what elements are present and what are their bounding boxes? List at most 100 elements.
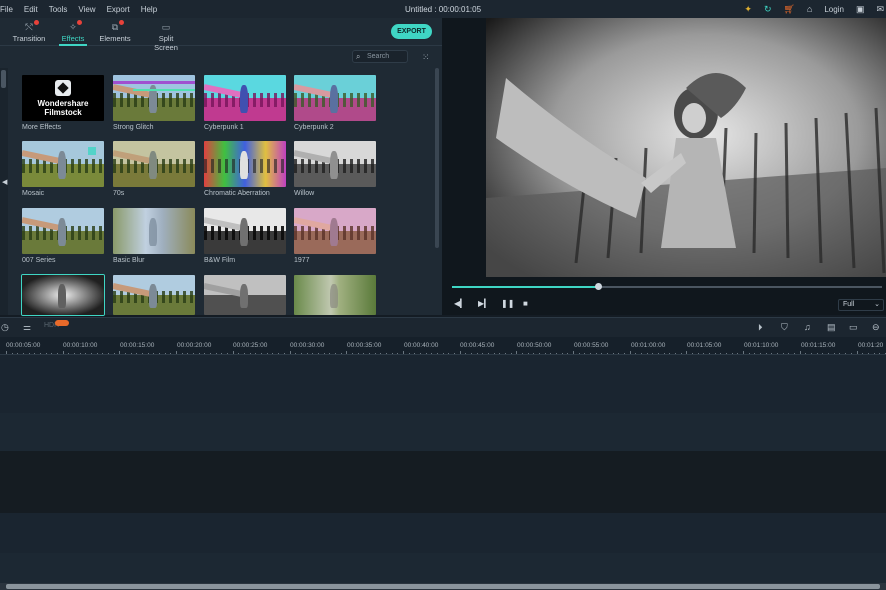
effect-mosaic[interactable]: Mosaic [22,141,104,197]
ruler-tick: 00:00:20:00 [177,342,212,349]
effect-label: Cyberpunk 1 [204,124,244,131]
timeline-track-2[interactable] [0,413,886,451]
effect-thumb [204,208,286,254]
ruler-tick: 00:00:40:00 [404,342,439,349]
ruler-tick: 00:00:35:00 [347,342,382,349]
tab-transition[interactable]: ⤲ Transition [12,18,46,46]
chevron-down-icon: ⌄ [874,301,880,308]
effect-thumb [22,141,104,187]
effect-thumb [113,275,195,315]
effect-cyberpunk-1[interactable]: Cyberpunk 1 [204,75,286,131]
effect-label: Mosaic [22,190,45,197]
menu-view[interactable]: View [78,5,95,14]
filmstock-thumb: Wondershare Filmstock [22,75,104,121]
mic-icon[interactable]: ♫ [804,322,811,332]
scroll-thumb[interactable] [1,70,6,88]
effect-1977[interactable]: 1977 [294,208,376,264]
video-preview[interactable] [486,18,886,277]
subtitle-icon[interactable]: ▭ [849,322,858,333]
effect-thumb [294,141,376,187]
split-screen-icon: ▭ [161,22,171,32]
menu-help[interactable]: Help [141,5,157,14]
effect-thumb [21,274,105,316]
mail-icon[interactable]: ✉ [876,4,884,15]
badge-dot [34,20,39,25]
menubar: File Edit Tools View Export Help Untitle… [0,0,886,18]
search-input[interactable]: ⌕ Search [352,50,408,63]
effect-item[interactable] [113,275,195,315]
effect-willow[interactable]: Willow [294,141,376,197]
effect-thumb [113,141,195,187]
ruler-tick: 00:01:15:00 [801,342,836,349]
collapse-arrow-icon[interactable]: ◀ [2,178,7,186]
playback-progress[interactable] [452,283,882,290]
timeline-track-5[interactable] [0,553,886,583]
bulb-icon[interactable]: ✦ [744,4,752,15]
pause-icon[interactable]: ❚❚ [501,299,514,308]
ruler-tick: 00:00:45:00 [460,342,495,349]
filmstock-logo-icon [55,80,71,96]
tab-label: Elements [99,34,131,43]
step-back-icon[interactable]: ◀▎ [454,299,466,308]
effect-more-effects[interactable]: Wondershare Filmstock More Effects [22,75,104,131]
timeline-track-1[interactable] [0,355,886,413]
effect-strong-glitch[interactable]: Strong Glitch [113,75,195,131]
filmstock-line2: Filmstock [44,108,82,117]
effect-label: Cyberpunk 2 [294,124,334,131]
timer-icon[interactable]: ◷ [1,322,9,333]
category-collapse[interactable]: ◀ [0,68,8,315]
tab-split-screen[interactable]: ▭ Split Screen [146,18,186,52]
grid-view-icon[interactable]: ⁙ [422,52,430,63]
save-icon[interactable]: ▣ [856,4,865,15]
effect-label: Chromatic Aberration [204,190,270,197]
new-badge [55,320,69,326]
mixer-icon[interactable]: ▤ [827,322,836,333]
export-button[interactable]: EXPORT [391,24,432,39]
marker-icon[interactable]: ⛉ [781,322,788,333]
effect-basic-blur[interactable]: Basic Blur [113,208,195,264]
effect-cyberpunk-2[interactable]: Cyberpunk 2 [294,75,376,131]
effect-thumb [294,75,376,121]
render-icon[interactable]: ⏵ [758,322,763,333]
effect-007-series[interactable]: 007 Series [22,208,104,264]
ruler-tick: 00:01:10:00 [744,342,779,349]
refresh-icon[interactable]: ↻ [764,4,772,15]
library-panel: ⤲ Transition ✧ Effects ⧉ Elements ▭ Spli… [0,18,442,316]
badge-dot [119,20,124,25]
effect-thumb [113,75,195,121]
zoom-out-icon[interactable]: ⊖ [872,322,880,333]
ruler-tick: 00:01:05:00 [687,342,722,349]
login-link[interactable]: Login [824,5,844,14]
effects-scrollbar[interactable] [435,68,439,248]
effect-bw-film[interactable]: B&W Film [204,208,286,264]
quality-select[interactable]: Full ⌄ [838,299,884,311]
cart-icon[interactable]: 🛒︎ [783,4,794,15]
stop-icon[interactable]: ■ [523,299,528,308]
effect-item[interactable] [294,275,376,315]
effect-selected[interactable] [21,274,105,316]
effect-item[interactable] [204,275,286,315]
timeline-track-4[interactable] [0,513,886,553]
timeline-scroll-thumb[interactable] [6,584,880,589]
effect-70s[interactable]: 70s [113,141,195,197]
effect-thumb [204,275,286,315]
menu-edit[interactable]: Edit [24,5,38,14]
adjust-icon[interactable]: ⚌ [23,322,31,333]
timeline-scrollbar[interactable] [0,583,886,590]
play-icon[interactable]: ▶▎ [478,299,490,308]
tab-elements[interactable]: ⧉ Elements [99,18,131,46]
menu-file[interactable]: File [0,5,13,14]
search-placeholder: Search [367,53,390,60]
effect-thumb [22,208,104,254]
filmstock-line1: Wondershare [37,99,89,108]
timeline-toolbar: ◷ ⚌ HDR ⏵ ⛉ ♫ ▤ ▭ ⊖ [0,317,886,337]
timeline-ruler[interactable]: 00:00:05:00 00:00:10:00 00:00:15:00 00:0… [0,337,886,355]
effect-chromatic-aberration[interactable]: Chromatic Aberration [204,141,286,197]
gift-icon[interactable]: ⌂ [807,4,812,14]
timeline-track-3[interactable] [0,451,886,513]
tab-effects[interactable]: ✧ Effects [59,18,87,46]
tab-label: Split Screen [154,34,178,52]
menu-tools[interactable]: Tools [49,5,68,14]
menu-export[interactable]: Export [107,5,130,14]
ruler-tick: 00:01:00:00 [631,342,666,349]
